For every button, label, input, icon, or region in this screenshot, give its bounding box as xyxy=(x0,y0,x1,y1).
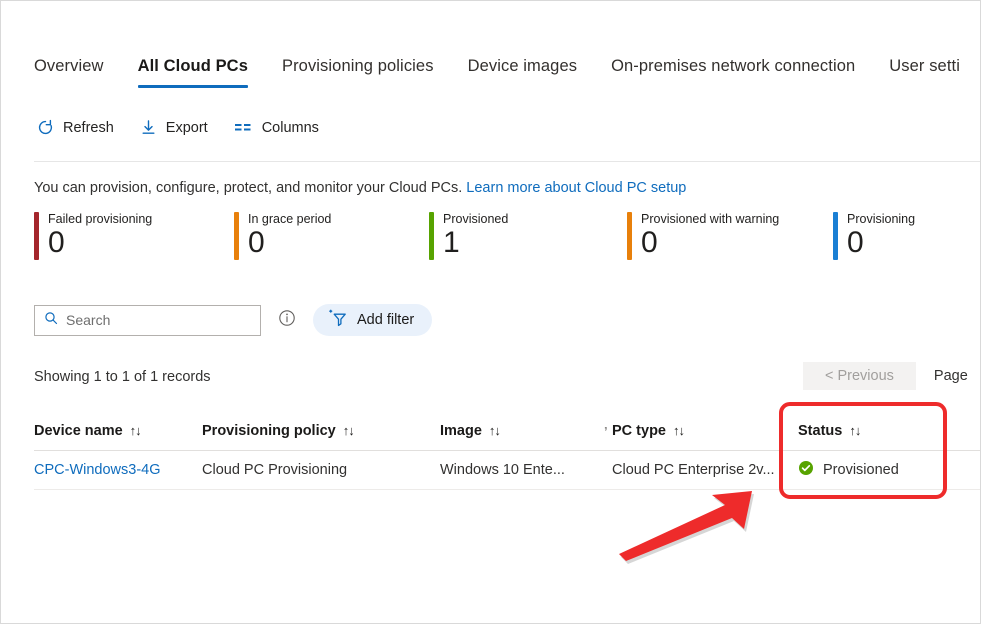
tab-all-cloud-pcs[interactable]: All Cloud PCs xyxy=(121,53,265,88)
previous-page-button[interactable]: < Previous xyxy=(803,362,916,390)
refresh-button[interactable]: Refresh xyxy=(37,119,114,136)
add-filter-button[interactable]: Add filter xyxy=(313,304,433,336)
records-count: Showing 1 to 1 of 1 records xyxy=(34,369,211,385)
sort-icon: ↑↓ xyxy=(488,423,501,438)
cell-status: Provisioned xyxy=(798,460,968,480)
add-filter-icon xyxy=(327,308,348,333)
tile-label: In grace period xyxy=(248,212,332,226)
search-icon xyxy=(44,311,58,330)
tile-count: 1 xyxy=(443,226,460,259)
tile-provisioned[interactable]: Provisioned 1 xyxy=(429,211,627,260)
cloud-pcs-table: Device name ↑↓ Provisioning policy ↑↓ Im… xyxy=(34,411,980,490)
search-input[interactable] xyxy=(66,312,251,328)
tile-count: 0 xyxy=(641,226,658,259)
status-tiles: Failed provisioning 0 In grace period 0 … xyxy=(34,211,970,260)
tile-color-bar xyxy=(429,212,434,260)
tab-label: Device images xyxy=(467,57,578,75)
command-bar: Refresh Export Columns xyxy=(37,119,319,136)
cell-device-name: CPC-Windows3-4G xyxy=(34,462,202,478)
refresh-label: Refresh xyxy=(63,119,114,136)
command-bar-divider xyxy=(34,161,980,162)
column-label: Device name xyxy=(34,422,123,439)
tile-count: 0 xyxy=(48,226,65,259)
red-arrow-annotation xyxy=(619,491,754,564)
column-label: PC type xyxy=(612,422,666,439)
learn-more-link[interactable]: Learn more about Cloud PC setup xyxy=(466,180,686,196)
tab-bar: Overview All Cloud PCs Provisioning poli… xyxy=(34,53,980,95)
column-header-pc-type[interactable]: ’ PC type ↑↓ xyxy=(604,422,798,439)
tile-provisioning[interactable]: Provisioning 0 xyxy=(833,211,915,260)
download-icon xyxy=(140,119,157,136)
tile-color-bar xyxy=(833,212,838,260)
refresh-icon xyxy=(37,119,54,136)
sort-icon: ↑↓ xyxy=(342,423,355,438)
tile-count: 0 xyxy=(248,226,265,259)
columns-icon xyxy=(234,119,253,136)
column-header-status[interactable]: Status ↑↓ xyxy=(798,423,968,439)
sort-icon: ↑↓ xyxy=(849,423,861,438)
tile-color-bar xyxy=(234,212,239,260)
tile-label: Failed provisioning xyxy=(48,212,153,226)
tab-device-images[interactable]: Device images xyxy=(451,53,595,79)
tile-count: 0 xyxy=(847,226,864,259)
cell-image: Windows 10 Ente... xyxy=(440,462,565,478)
tile-failed-provisioning[interactable]: Failed provisioning 0 xyxy=(34,211,234,260)
tab-on-premises-network-connection[interactable]: On-premises network connection xyxy=(594,53,872,79)
status-success-icon xyxy=(798,460,814,480)
info-icon[interactable] xyxy=(278,309,296,332)
search-filter-row: Add filter xyxy=(34,304,433,336)
table-row[interactable]: CPC-Windows3-4G Cloud PC Provisioning Wi… xyxy=(34,451,980,490)
columns-label: Columns xyxy=(261,119,319,136)
export-button[interactable]: Export xyxy=(140,119,208,136)
add-filter-label: Add filter xyxy=(357,312,415,328)
column-label: Status xyxy=(798,422,843,439)
tab-overview[interactable]: Overview xyxy=(34,53,121,79)
sort-icon: ↑↓ xyxy=(129,423,142,438)
tile-label: Provisioned with warning xyxy=(641,212,780,226)
cloud-pcs-page: Overview All Cloud PCs Provisioning poli… xyxy=(0,0,981,624)
column-header-provisioning-policy[interactable]: Provisioning policy ↑↓ xyxy=(202,423,440,439)
table-header-row: Device name ↑↓ Provisioning policy ↑↓ Im… xyxy=(34,411,980,451)
tile-in-grace-period[interactable]: In grace period 0 xyxy=(234,211,429,260)
status-label: Provisioned xyxy=(823,462,899,478)
sort-icon: ↑↓ xyxy=(673,423,685,438)
tile-label: Provisioned xyxy=(443,212,509,226)
tab-label: Overview xyxy=(34,57,104,75)
page-description: You can provision, configure, protect, a… xyxy=(34,178,686,198)
column-header-device-name[interactable]: Device name ↑↓ xyxy=(34,423,202,439)
columns-button[interactable]: Columns xyxy=(234,119,319,136)
cell-provisioning-policy: Cloud PC Provisioning xyxy=(202,462,348,478)
tab-label: Provisioning policies xyxy=(281,57,434,75)
export-label: Export xyxy=(165,119,208,136)
cell-pc-type: Cloud PC Enterprise 2v... xyxy=(612,462,775,478)
tile-provisioned-with-warning[interactable]: Provisioned with warning 0 xyxy=(627,211,833,260)
page-label: Page xyxy=(933,368,968,384)
tile-label: Provisioning xyxy=(847,212,916,226)
column-label: Provisioning policy xyxy=(202,422,336,439)
column-label: Image xyxy=(440,422,482,439)
tab-label: All Cloud PCs xyxy=(137,57,248,75)
tile-color-bar xyxy=(627,212,632,260)
tab-label: On-premises network connection xyxy=(611,57,856,75)
description-text: You can provision, configure, protect, a… xyxy=(34,180,463,196)
tile-color-bar xyxy=(34,212,39,260)
column-header-image[interactable]: Image ↑↓ xyxy=(440,423,612,439)
column-resize-handle[interactable]: ’ xyxy=(604,424,608,439)
device-name-link[interactable]: CPC-Windows3-4G xyxy=(34,462,161,478)
tab-label: User setti xyxy=(889,57,960,75)
tab-user-settings[interactable]: User setti xyxy=(872,53,977,79)
pagination: < Previous Page xyxy=(803,362,968,390)
search-box[interactable] xyxy=(34,304,261,336)
tab-provisioning-policies[interactable]: Provisioning policies xyxy=(265,53,451,79)
